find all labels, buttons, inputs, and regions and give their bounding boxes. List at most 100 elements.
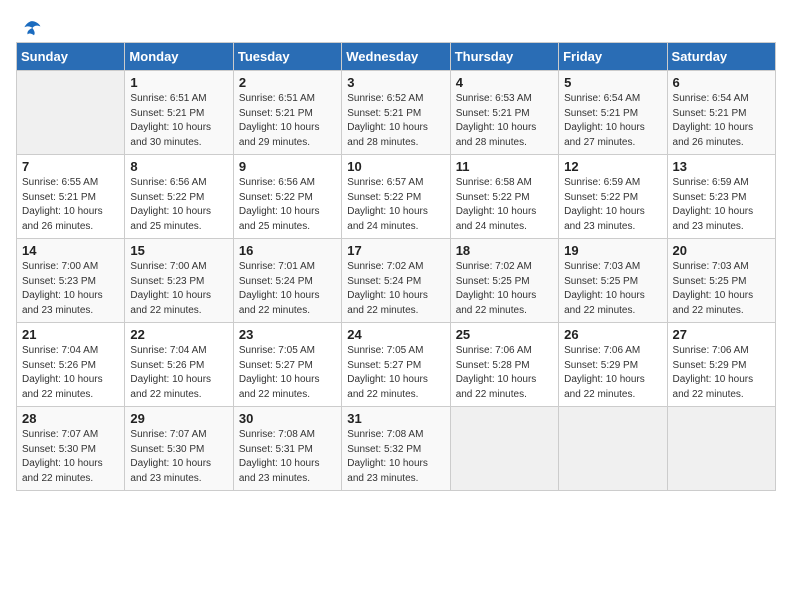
column-header-friday: Friday (559, 43, 667, 71)
day-info: Sunrise: 7:03 AMSunset: 5:25 PMDaylight:… (564, 260, 661, 318)
day-info: Sunrise: 7:05 AMSunset: 5:27 PMDaylight:… (347, 344, 444, 402)
column-header-wednesday: Wednesday (342, 43, 450, 71)
day-info: Sunrise: 7:07 AMSunset: 5:30 PMDaylight:… (130, 428, 227, 486)
calendar-cell: 27Sunrise: 7:06 AMSunset: 5:29 PMDayligh… (667, 323, 775, 407)
calendar-cell: 28Sunrise: 7:07 AMSunset: 5:30 PMDayligh… (17, 407, 125, 491)
day-number: 22 (130, 327, 227, 342)
day-number: 28 (22, 411, 119, 426)
day-info: Sunrise: 7:06 AMSunset: 5:28 PMDaylight:… (456, 344, 553, 402)
day-info: Sunrise: 7:00 AMSunset: 5:23 PMDaylight:… (22, 260, 119, 318)
day-info: Sunrise: 7:04 AMSunset: 5:26 PMDaylight:… (22, 344, 119, 402)
week-row-3: 14 Sunrise: 7:00 AMSunset: 5:23 PMDayligh… (17, 239, 776, 323)
day-info: Sunrise: 6:54 AMSunset: 5:21 PMDaylight:… (564, 92, 661, 150)
day-info: Sunrise: 7:04 AMSunset: 5:26 PMDaylight:… (130, 344, 227, 402)
calendar-cell: 3Sunrise: 6:52 AMSunset: 5:21 PMDaylight… (342, 71, 450, 155)
day-number: 18 (456, 243, 553, 258)
day-number: 23 (239, 327, 336, 342)
day-info: Sunrise: 7:02 AMSunset: 5:25 PMDaylight:… (456, 260, 553, 318)
day-number: 15 (130, 243, 227, 258)
calendar-cell: 30 Sunrise: 7:08 AMSunset: 5:31 PMDayligh… (233, 407, 341, 491)
calendar-cell: 16Sunrise: 7:01 AMSunset: 5:24 PMDayligh… (233, 239, 341, 323)
day-info: Sunrise: 6:53 AMSunset: 5:21 PMDaylight:… (456, 92, 553, 150)
calendar-cell: 15 Sunrise: 7:00 AMSunset: 5:23 PMDayligh… (125, 239, 233, 323)
calendar-cell (17, 71, 125, 155)
calendar-cell: 2 Sunrise: 6:51 AMSunset: 5:21 PMDaylight… (233, 71, 341, 155)
day-number: 1 (130, 75, 227, 90)
day-number: 4 (456, 75, 553, 90)
day-info: Sunrise: 6:59 AMSunset: 5:22 PMDaylight:… (564, 176, 661, 234)
day-number: 21 (22, 327, 119, 342)
column-header-monday: Monday (125, 43, 233, 71)
day-number: 6 (673, 75, 770, 90)
day-number: 20 (673, 243, 770, 258)
day-number: 11 (456, 159, 553, 174)
day-number: 29 (130, 411, 227, 426)
calendar-cell: 9Sunrise: 6:56 AMSunset: 5:22 PMDaylight… (233, 155, 341, 239)
day-info: Sunrise: 7:02 AMSunset: 5:24 PMDaylight:… (347, 260, 444, 318)
calendar-cell: 18 Sunrise: 7:02 AMSunset: 5:25 PMDayligh… (450, 239, 558, 323)
calendar-cell: 12 Sunrise: 6:59 AMSunset: 5:22 PMDayligh… (559, 155, 667, 239)
day-number: 9 (239, 159, 336, 174)
day-info: Sunrise: 7:08 AMSunset: 5:32 PMDaylight:… (347, 428, 444, 486)
day-number: 14 (22, 243, 119, 258)
week-row-4: 21 Sunrise: 7:04 AMSunset: 5:26 PMDayligh… (17, 323, 776, 407)
day-number: 17 (347, 243, 444, 258)
calendar-cell: 22 Sunrise: 7:04 AMSunset: 5:26 PMDayligh… (125, 323, 233, 407)
calendar-cell: 23 Sunrise: 7:05 AMSunset: 5:27 PMDayligh… (233, 323, 341, 407)
day-info: Sunrise: 7:06 AMSunset: 5:29 PMDaylight:… (673, 344, 770, 402)
day-info: Sunrise: 6:51 AMSunset: 5:21 PMDaylight:… (239, 92, 336, 150)
day-number: 26 (564, 327, 661, 342)
calendar-cell: 14 Sunrise: 7:00 AMSunset: 5:23 PMDayligh… (17, 239, 125, 323)
day-number: 25 (456, 327, 553, 342)
day-number: 19 (564, 243, 661, 258)
day-info: Sunrise: 6:55 AMSunset: 5:21 PMDaylight:… (22, 176, 119, 234)
week-row-5: 28 Sunrise: 7:07 AMSunset: 5:30 PMDayligh… (17, 407, 776, 491)
day-info: Sunrise: 7:00 AMSunset: 5:23 PMDaylight:… (130, 260, 227, 318)
logo (16, 16, 42, 36)
calendar-cell: 6 Sunrise: 6:54 AMSunset: 5:21 PMDaylight… (667, 71, 775, 155)
calendar-body: 1 Sunrise: 6:51 AMSunset: 5:21 PMDaylight… (17, 71, 776, 491)
calendar-cell: 31 Sunrise: 7:08 AMSunset: 5:32 PMDayligh… (342, 407, 450, 491)
calendar-cell: 1 Sunrise: 6:51 AMSunset: 5:21 PMDaylight… (125, 71, 233, 155)
day-info: Sunrise: 6:51 AMSunset: 5:21 PMDaylight:… (130, 92, 227, 150)
calendar-cell: 21 Sunrise: 7:04 AMSunset: 5:26 PMDayligh… (17, 323, 125, 407)
calendar-cell: 19 Sunrise: 7:03 AMSunset: 5:25 PMDayligh… (559, 239, 667, 323)
calendar-header: SundayMondayTuesdayWednesdayThursdayFrid… (17, 43, 776, 71)
week-row-1: 1 Sunrise: 6:51 AMSunset: 5:21 PMDaylight… (17, 71, 776, 155)
calendar-cell: 4 Sunrise: 6:53 AMSunset: 5:21 PMDaylight… (450, 71, 558, 155)
day-info: Sunrise: 6:59 AMSunset: 5:23 PMDaylight:… (673, 176, 770, 234)
day-number: 30 (239, 411, 336, 426)
day-info: Sunrise: 7:08 AMSunset: 5:31 PMDaylight:… (239, 428, 336, 486)
day-number: 2 (239, 75, 336, 90)
day-number: 13 (673, 159, 770, 174)
day-number: 7 (22, 159, 119, 174)
calendar-cell: 20 Sunrise: 7:03 AMSunset: 5:25 PMDayligh… (667, 239, 775, 323)
day-info: Sunrise: 7:05 AMSunset: 5:27 PMDaylight:… (239, 344, 336, 402)
calendar-cell: 11Sunrise: 6:58 AMSunset: 5:22 PMDayligh… (450, 155, 558, 239)
column-header-tuesday: Tuesday (233, 43, 341, 71)
column-header-thursday: Thursday (450, 43, 558, 71)
day-number: 12 (564, 159, 661, 174)
calendar-cell (667, 407, 775, 491)
column-header-saturday: Saturday (667, 43, 775, 71)
calendar-cell: 17 Sunrise: 7:02 AMSunset: 5:24 PMDayligh… (342, 239, 450, 323)
day-number: 31 (347, 411, 444, 426)
calendar-cell: 24 Sunrise: 7:05 AMSunset: 5:27 PMDayligh… (342, 323, 450, 407)
column-header-sunday: Sunday (17, 43, 125, 71)
calendar-cell: 25 Sunrise: 7:06 AMSunset: 5:28 PMDayligh… (450, 323, 558, 407)
calendar-cell: 26 Sunrise: 7:06 AMSunset: 5:29 PMDayligh… (559, 323, 667, 407)
day-number: 10 (347, 159, 444, 174)
day-info: Sunrise: 6:54 AMSunset: 5:21 PMDaylight:… (673, 92, 770, 150)
day-info: Sunrise: 7:03 AMSunset: 5:25 PMDaylight:… (673, 260, 770, 318)
page-header (16, 16, 776, 36)
calendar-cell: 7 Sunrise: 6:55 AMSunset: 5:21 PMDaylight… (17, 155, 125, 239)
day-info: Sunrise: 7:01 AMSunset: 5:24 PMDaylight:… (239, 260, 336, 318)
header-row: SundayMondayTuesdayWednesdayThursdayFrid… (17, 43, 776, 71)
day-number: 24 (347, 327, 444, 342)
week-row-2: 7 Sunrise: 6:55 AMSunset: 5:21 PMDaylight… (17, 155, 776, 239)
logo-bird-icon (18, 16, 42, 40)
day-info: Sunrise: 6:57 AMSunset: 5:22 PMDaylight:… (347, 176, 444, 234)
calendar-cell: 5Sunrise: 6:54 AMSunset: 5:21 PMDaylight… (559, 71, 667, 155)
day-info: Sunrise: 7:06 AMSunset: 5:29 PMDaylight:… (564, 344, 661, 402)
calendar-cell: 8Sunrise: 6:56 AMSunset: 5:22 PMDaylight… (125, 155, 233, 239)
